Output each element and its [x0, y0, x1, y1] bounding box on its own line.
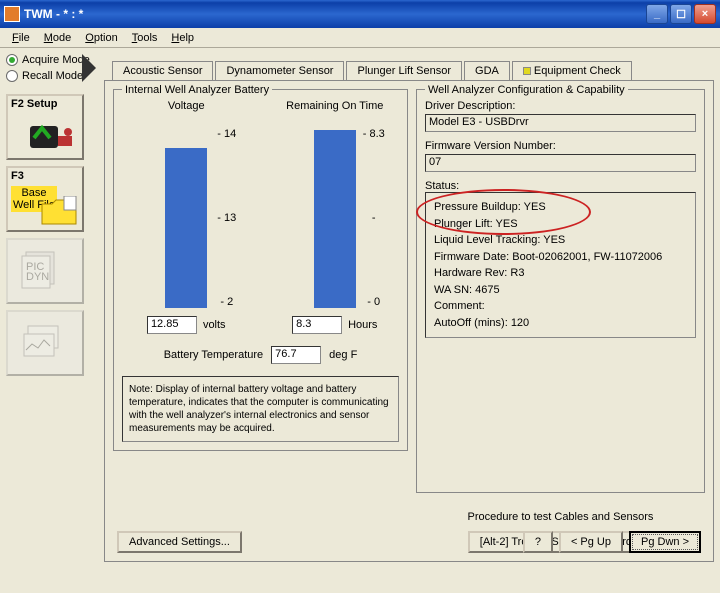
- app-icon: [4, 6, 20, 22]
- temp-unit: deg F: [329, 349, 357, 361]
- folder-icon: [40, 196, 78, 226]
- tab-gda[interactable]: GDA: [464, 61, 510, 81]
- page-down-button[interactable]: Pg Dwn >: [629, 531, 701, 553]
- radio-acquire-mode[interactable]: Acquire Mode: [6, 54, 92, 66]
- status-line: AutoOff (mins): 120: [434, 315, 687, 332]
- page-up-button[interactable]: < Pg Up: [559, 531, 623, 553]
- battery-note: Note: Display of internal battery voltag…: [122, 376, 399, 442]
- voltage-bar: [165, 148, 207, 308]
- remaining-label: Remaining On Time: [275, 100, 395, 124]
- battery-fieldset: Internal Well Analyzer Battery Voltage 1…: [113, 89, 408, 451]
- tab-plunger-lift-sensor[interactable]: Plunger Lift Sensor: [346, 61, 462, 81]
- voltage-unit: volts: [203, 319, 226, 331]
- tab-equipment-check[interactable]: Equipment Check: [512, 61, 632, 81]
- maximize-button[interactable]: ☐: [670, 4, 692, 24]
- f3-wellfile-button[interactable]: F3 BaseWell File: [6, 166, 84, 232]
- voltage-value: 12.85: [147, 316, 197, 334]
- battery-legend: Internal Well Analyzer Battery: [122, 84, 272, 96]
- temp-label: Battery Temperature: [164, 349, 263, 361]
- tab-dynamometer-sensor[interactable]: Dynamometer Sensor: [215, 61, 344, 81]
- f2-setup-button[interactable]: F2 Setup: [6, 94, 84, 160]
- status-line: Firmware Date: Boot-02062001, FW-1107200…: [434, 249, 687, 266]
- menubar: File Mode Option Tools Help: [0, 28, 720, 48]
- menu-tools[interactable]: Tools: [126, 30, 164, 46]
- menu-option[interactable]: Option: [79, 30, 123, 46]
- procedure-text: Procedure to test Cables and Sensors: [416, 511, 705, 523]
- voltage-label: Voltage: [126, 100, 246, 124]
- remaining-bar: [314, 130, 356, 308]
- setup-icon: [28, 118, 78, 154]
- radio-dot-icon: [6, 70, 18, 82]
- arrow-right-icon: [82, 54, 96, 82]
- menu-mode[interactable]: Mode: [38, 30, 78, 46]
- status-line: WA SN: 4675: [434, 282, 687, 299]
- status-line: Hardware Rev: R3: [434, 265, 687, 282]
- document-stack-icon: PIC DYN: [20, 250, 70, 290]
- status-line: Liquid Level Tracking: YES: [434, 232, 687, 249]
- close-button[interactable]: ×: [694, 4, 716, 24]
- help-button[interactable]: ?: [523, 531, 553, 553]
- titlebar: TWM - * : * _ ☐ ×: [0, 0, 720, 28]
- driver-value: Model E3 - USBDrvr: [425, 114, 696, 132]
- status-line: Plunger Lift: YES: [434, 216, 687, 233]
- minimize-button[interactable]: _: [646, 4, 668, 24]
- status-label: Status:: [425, 180, 696, 192]
- firmware-value: 07: [425, 154, 696, 172]
- svg-text:DYN: DYN: [26, 271, 49, 283]
- remaining-value: 8.3: [292, 316, 342, 334]
- temp-value: 76.7: [271, 346, 321, 364]
- radio-recall-mode[interactable]: Recall Mode: [6, 70, 92, 82]
- chart-stack-icon: [20, 322, 70, 362]
- status-list: Pressure Buildup: YES Plunger Lift: YES …: [425, 192, 696, 338]
- firmware-label: Firmware Version Number:: [425, 140, 696, 152]
- f5-button-disabled: [6, 310, 84, 376]
- menu-file[interactable]: File: [6, 30, 36, 46]
- window-title: TWM - * : *: [24, 7, 646, 21]
- config-fieldset: Well Analyzer Configuration & Capability…: [416, 89, 705, 493]
- remaining-unit: Hours: [348, 319, 377, 331]
- config-legend: Well Analyzer Configuration & Capability: [425, 84, 628, 96]
- radio-label: Acquire Mode: [22, 54, 90, 66]
- tab-acoustic-sensor[interactable]: Acoustic Sensor: [112, 61, 213, 81]
- radio-label: Recall Mode: [22, 70, 83, 82]
- driver-label: Driver Description:: [425, 100, 696, 112]
- menu-help[interactable]: Help: [165, 30, 200, 46]
- status-line: Comment:: [434, 298, 687, 315]
- radio-dot-icon: [6, 54, 18, 66]
- status-line: Pressure Buildup: YES: [434, 199, 687, 216]
- f4-button-disabled: PIC DYN: [6, 238, 84, 304]
- advanced-settings-button[interactable]: Advanced Settings...: [117, 531, 242, 553]
- marker-icon: [523, 67, 531, 75]
